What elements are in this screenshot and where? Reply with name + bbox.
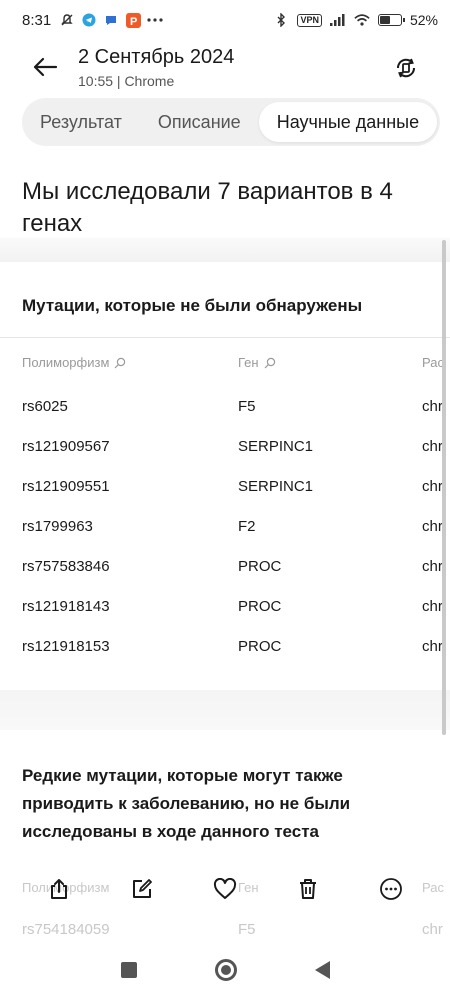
tab-scientific-data[interactable]: Научные данные <box>258 102 438 142</box>
cell-location: chr <box>422 598 443 615</box>
more-button[interactable] <box>373 871 409 907</box>
more-icon <box>379 878 402 900</box>
rare-section-title: Редкие мутации, которые могут также прив… <box>22 766 351 841</box>
section-divider <box>0 690 450 730</box>
table-row: rs1799963 F2 chr <box>0 517 450 557</box>
app-p-icon: P <box>125 12 141 28</box>
bluetooth-icon <box>273 12 289 28</box>
recents-icon[interactable] <box>120 962 137 978</box>
cell-gene: PROC <box>238 558 282 575</box>
tab-description[interactable]: Описание <box>140 102 259 142</box>
table-row: rs757583846 PROC chr <box>0 557 450 597</box>
cell-location: chr <box>422 478 443 495</box>
cell-polymorphism: rs121918153 <box>22 638 110 655</box>
edit-icon <box>133 879 153 898</box>
page-subtitle: 10:55 | Chrome <box>78 73 175 89</box>
page-title: 2 Сентябрь 2024 <box>78 46 235 68</box>
cell-polymorphism: rs1799963 <box>22 518 93 535</box>
system-nav-bar <box>0 940 450 1000</box>
tab-bar: Результат Описание Научные данные <box>22 98 440 146</box>
telegram-icon <box>81 12 97 28</box>
cell-location: chr <box>422 638 443 655</box>
back-button[interactable] <box>30 54 60 80</box>
svg-text:P: P <box>130 16 137 28</box>
table-row: rs121918153 PROC chr <box>0 637 450 677</box>
tab-result[interactable]: Результат <box>22 102 140 142</box>
cell-location: chr <box>422 398 443 415</box>
cell-polymorphism: rs6025 <box>22 398 68 415</box>
search-icon <box>114 357 126 368</box>
cell-gene: F5 <box>238 398 256 415</box>
action-bar <box>0 864 450 914</box>
signal-icon <box>329 12 346 28</box>
back-nav-icon[interactable] <box>314 961 330 979</box>
more-notifications-icon <box>147 12 163 28</box>
cell-gene: PROC <box>238 598 282 615</box>
column-header-gene[interactable]: Ген <box>238 355 276 370</box>
cell-location: chr <box>422 518 443 535</box>
cell-gene: SERPINC1 <box>238 438 314 455</box>
cell-location: chr <box>422 558 443 575</box>
table-row: rs121909551 SERPINC1 chr <box>0 477 450 517</box>
notification-icons: P <box>59 12 163 28</box>
column-header-polymorphism[interactable]: Полиморфизм <box>22 355 126 370</box>
favorite-button[interactable] <box>207 871 243 907</box>
column-header-location[interactable]: Рас <box>422 355 444 370</box>
cell-gene: F2 <box>238 518 256 535</box>
cell-polymorphism: rs757583846 <box>22 558 110 575</box>
column-header-label: Рас <box>422 355 444 370</box>
table-row: rs6025 F5 chr <box>0 397 450 437</box>
cell-polymorphism: rs754184059 <box>22 921 110 938</box>
share-icon <box>51 879 68 899</box>
cell-location: chr <box>422 438 443 455</box>
column-header-label: Ген <box>238 355 259 370</box>
battery-icon <box>377 14 405 26</box>
section-divider <box>0 238 450 262</box>
cell-location: chr <box>422 921 443 938</box>
cell-gene: F5 <box>238 921 256 938</box>
status-right: VPN 52% <box>273 12 438 28</box>
search-icon <box>264 357 275 368</box>
wifi-icon <box>354 12 370 28</box>
table-row: rs121909567 SERPINC1 chr <box>0 437 450 477</box>
column-header-label: Полиморфизм <box>22 355 110 370</box>
home-icon[interactable] <box>214 959 237 981</box>
app-header: 2 Сентябрь 2024 10:55 | Chrome <box>0 40 450 96</box>
rotate-button[interactable] <box>392 54 420 82</box>
not-found-section-title: Мутации, которые не были обнаружены <box>22 296 363 315</box>
chat-icon <box>103 12 119 28</box>
main-heading: Мы исследовали 7 вариантов в 4 генах <box>22 178 393 237</box>
trash-icon <box>299 879 316 899</box>
cell-polymorphism: rs121918143 <box>22 598 110 615</box>
vpn-badge: VPN <box>297 13 322 27</box>
cell-polymorphism: rs121909567 <box>22 438 110 455</box>
arrow-left-icon <box>33 57 58 77</box>
table-row: rs121918143 PROC chr <box>0 597 450 637</box>
edit-button[interactable] <box>124 871 160 907</box>
rotate-screen-icon <box>396 58 416 78</box>
battery-percent: 52% <box>409 12 438 28</box>
section-separator <box>0 337 450 338</box>
cell-gene: PROC <box>238 638 282 655</box>
cell-gene: SERPINC1 <box>238 478 314 495</box>
cell-polymorphism: rs121909551 <box>22 478 110 495</box>
share-button[interactable] <box>41 871 77 907</box>
delete-button[interactable] <box>290 871 326 907</box>
status-time: 8:31 <box>22 11 52 29</box>
status-bar: 8:31 P VPN 52% <box>0 0 450 40</box>
mute-bell-icon <box>59 12 75 28</box>
scrollbar[interactable] <box>442 240 446 735</box>
heart-icon <box>213 878 237 899</box>
